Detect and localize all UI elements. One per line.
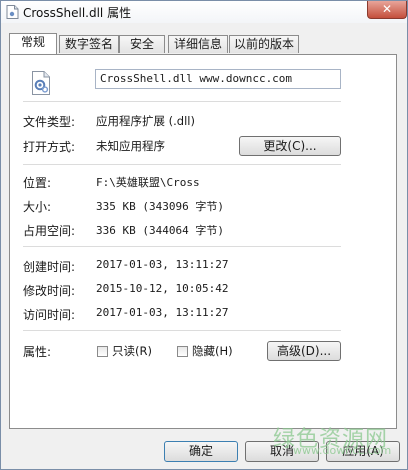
ok-button[interactable]: 确定 bbox=[164, 441, 238, 462]
modified-label: 修改时间: bbox=[23, 284, 76, 298]
tab-previous-versions[interactable]: 以前的版本 bbox=[229, 35, 299, 53]
title-file-icon bbox=[6, 5, 19, 19]
general-panel bbox=[9, 54, 397, 429]
location-value: F:\英雄联盟\Cross bbox=[96, 176, 200, 189]
tab-details[interactable]: 详细信息 bbox=[168, 35, 228, 53]
tab-security[interactable]: 安全 bbox=[119, 35, 165, 53]
hidden-checkbox[interactable] bbox=[177, 346, 188, 357]
file-name-field[interactable]: CrossShell.dll www.downcc.com bbox=[95, 69, 341, 89]
properties-window: CrossShell.dll 属性 ✕ 常规 数字签名 安全 详细信息 以前的版… bbox=[0, 0, 408, 470]
window-title: CrossShell.dll 属性 bbox=[23, 6, 132, 20]
created-label: 创建时间: bbox=[23, 260, 76, 274]
watermark-url: www.downcc.com bbox=[293, 444, 392, 457]
divider bbox=[23, 164, 341, 165]
close-icon: ✕ bbox=[381, 2, 393, 16]
open-with-value: 未知应用程序 bbox=[96, 139, 165, 153]
created-value: 2017-01-03, 13:11:27 bbox=[96, 258, 229, 271]
close-button[interactable]: ✕ bbox=[367, 1, 407, 19]
accessed-value: 2017-01-03, 13:11:27 bbox=[96, 306, 229, 319]
open-with-label: 打开方式: bbox=[23, 140, 76, 154]
change-button[interactable]: 更改(C)... bbox=[239, 136, 341, 156]
divider bbox=[23, 330, 341, 331]
dll-file-icon bbox=[32, 71, 50, 95]
size-label: 大小: bbox=[23, 200, 52, 214]
file-type-value: 应用程序扩展 (.dll) bbox=[96, 114, 195, 128]
advanced-button[interactable]: 高级(D)... bbox=[267, 341, 341, 361]
divider bbox=[23, 101, 341, 102]
attributes-label: 属性: bbox=[23, 345, 52, 359]
size-on-disk-label: 占用空间: bbox=[23, 224, 76, 238]
tab-digital-signatures[interactable]: 数字签名 bbox=[59, 35, 119, 53]
file-type-label: 文件类型: bbox=[23, 115, 76, 129]
location-label: 位置: bbox=[23, 176, 52, 190]
tab-general[interactable]: 常规 bbox=[9, 33, 57, 54]
size-value: 335 KB (343096 字节) bbox=[96, 200, 224, 213]
size-on-disk-value: 336 KB (344064 字节) bbox=[96, 224, 224, 237]
divider bbox=[23, 246, 341, 247]
readonly-label[interactable]: 只读(R) bbox=[112, 343, 152, 359]
hidden-label[interactable]: 隐藏(H) bbox=[192, 343, 233, 359]
readonly-checkbox[interactable] bbox=[97, 346, 108, 357]
accessed-label: 访问时间: bbox=[23, 308, 76, 322]
title-bar[interactable]: CrossShell.dll 属性 ✕ bbox=[1, 1, 407, 23]
modified-value: 2015-10-12, 10:05:42 bbox=[96, 282, 229, 295]
